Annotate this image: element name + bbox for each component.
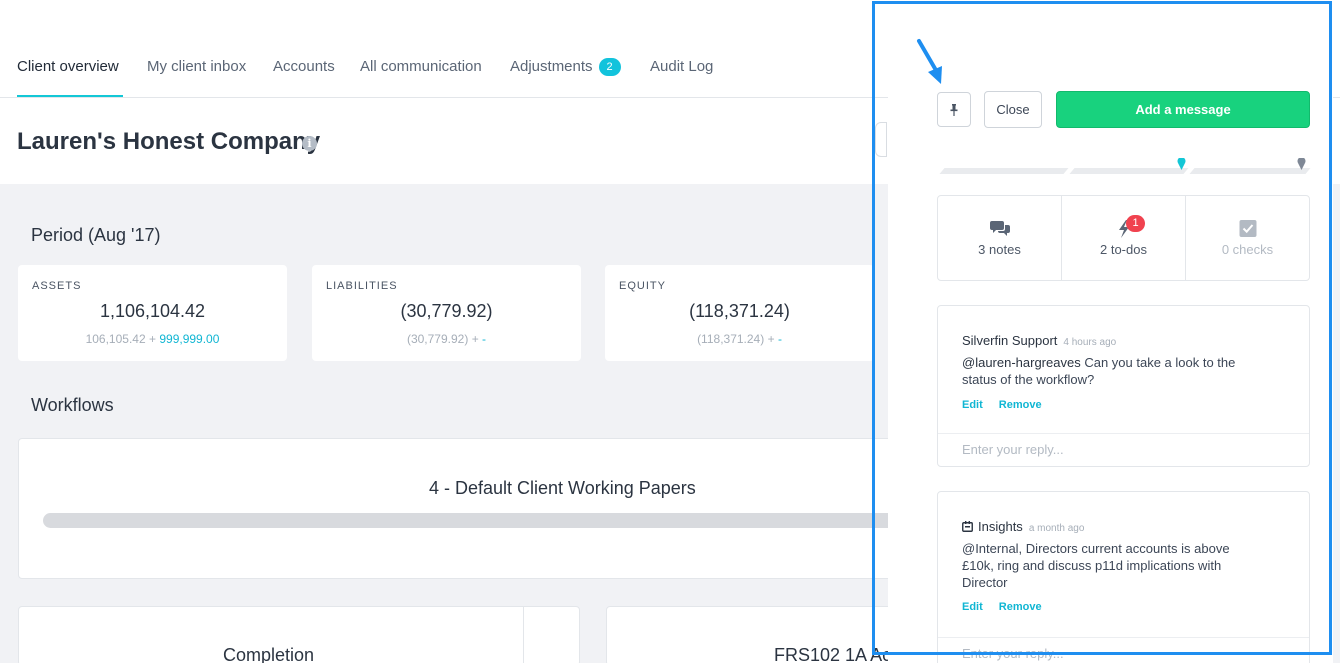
message-time: 4 hours ago <box>1063 337 1116 348</box>
workflows-title: Workflows <box>31 395 114 416</box>
completion-card[interactable]: Completion <box>18 606 580 663</box>
tab-audit-log[interactable]: Audit Log <box>650 58 713 75</box>
panel-collapse-handle[interactable] <box>875 122 887 157</box>
active-tab-indicator <box>17 95 123 97</box>
adjustments-count-badge: 2 <box>599 58 621 76</box>
message-card: Insights a month ago @Internal, Directors… <box>937 491 1310 663</box>
kpi-value: (118,371.24) <box>605 301 874 322</box>
remove-button[interactable]: Remove <box>999 399 1042 411</box>
message-body: @lauren-hargreaves Can you take a look t… <box>962 354 1262 388</box>
kpi-base-value: (30,779.92) <box>407 332 468 346</box>
completion-title: Completion <box>223 645 314 663</box>
annotation-arrow-icon <box>914 38 946 88</box>
timeline-marker-icon[interactable] <box>1297 158 1306 170</box>
panel-stats: 3 notes 1 2 to-dos 0 checks <box>937 195 1310 281</box>
card-divider <box>523 607 524 663</box>
message-header: Silverfin Support 4 hours ago <box>962 332 1116 350</box>
remove-button[interactable]: Remove <box>999 601 1042 613</box>
workflow-name: 4 - Default Client Working Papers <box>429 478 696 499</box>
kpi-adjustment-link[interactable]: - <box>778 332 782 346</box>
notes-icon <box>990 220 1010 236</box>
frs102-card[interactable]: FRS102 1A Ac <box>606 606 906 663</box>
timeline-segment <box>939 168 1068 174</box>
timeline-segment <box>1189 168 1310 174</box>
kpi-label: LIABILITIES <box>326 280 398 292</box>
calendar-icon <box>962 521 973 532</box>
period-title: Period (Aug '17) <box>31 225 161 246</box>
kpi-adjustment-link[interactable]: 999,999.00 <box>159 332 219 346</box>
workflow-card[interactable]: 4 - Default Client Working Papers <box>18 438 918 579</box>
message-mention[interactable]: @Internal, <box>962 541 1022 556</box>
reply-input[interactable] <box>962 646 1282 661</box>
tab-adjustments[interactable]: Adjustments 2 <box>510 58 621 76</box>
todos-stat[interactable]: 1 2 to-dos <box>1062 196 1186 280</box>
kpi-card-liabilities[interactable]: LIABILITIES (30,779.92) (30,779.92) + - <box>312 265 581 361</box>
notes-stat[interactable]: 3 notes <box>938 196 1062 280</box>
pin-button[interactable] <box>937 92 971 127</box>
kpi-plus-sign: + <box>768 332 775 346</box>
todo-alert-badge: 1 <box>1126 215 1145 232</box>
message-header: Insights a month ago <box>962 518 1084 536</box>
kpi-plus-sign: + <box>149 332 156 346</box>
checks-count: 0 checks <box>1186 242 1309 257</box>
frs102-title: FRS102 1A Ac <box>774 645 891 663</box>
edit-button[interactable]: Edit <box>962 601 983 613</box>
kpi-plus-sign: + <box>472 332 479 346</box>
message-actions: Edit Remove <box>962 399 1058 411</box>
reply-box <box>938 637 1309 663</box>
notes-count: 3 notes <box>938 242 1061 257</box>
kpi-label: EQUITY <box>619 280 666 292</box>
kpi-breakdown: 106,105.42 + 999,999.00 <box>18 332 287 346</box>
message-actions: Edit Remove <box>962 601 1058 613</box>
close-button[interactable]: Close <box>984 91 1042 128</box>
message-time: a month ago <box>1029 523 1085 534</box>
kpi-value: 1,106,104.42 <box>18 301 287 322</box>
tab-all-communication[interactable]: All communication <box>360 58 482 75</box>
message-body: @Internal, Directors current accounts is… <box>962 540 1247 591</box>
edit-button[interactable]: Edit <box>962 399 983 411</box>
kpi-breakdown: (118,371.24) + - <box>605 332 874 346</box>
kpi-breakdown: (30,779.92) + - <box>312 332 581 346</box>
kpi-adjustment-link[interactable]: - <box>482 332 486 346</box>
kpi-card-assets[interactable]: ASSETS 1,106,104.42 106,105.42 + 999,999… <box>18 265 287 361</box>
kpi-base-value: 106,105.42 <box>86 332 146 346</box>
message-mention[interactable]: @lauren-hargreaves <box>962 355 1081 370</box>
timeline <box>938 158 1310 178</box>
reply-input[interactable] <box>962 442 1282 457</box>
tab-client-overview[interactable]: Client overview <box>17 58 119 75</box>
workflow-progress-bar <box>43 513 903 528</box>
page-title: Lauren's Honest Company <box>17 128 320 156</box>
message-card: Silverfin Support 4 hours ago @lauren-har… <box>937 305 1310 467</box>
kpi-value: (30,779.92) <box>312 301 581 322</box>
info-icon[interactable]: i <box>302 136 317 151</box>
checks-stat[interactable]: 0 checks <box>1186 196 1309 280</box>
reply-box <box>938 433 1309 467</box>
pin-icon <box>949 104 959 116</box>
todos-count: 2 to-dos <box>1062 242 1185 257</box>
tab-my-client-inbox[interactable]: My client inbox <box>147 58 246 75</box>
timeline-segment <box>1069 168 1188 174</box>
add-message-button[interactable]: Add a message <box>1056 91 1310 128</box>
checks-icon <box>1239 220 1256 237</box>
kpi-card-equity[interactable]: EQUITY (118,371.24) (118,371.24) + - <box>605 265 874 361</box>
timeline-marker-active-icon[interactable] <box>1177 158 1186 170</box>
kpi-base-value: (118,371.24) <box>697 332 764 346</box>
message-author: Silverfin Support <box>962 333 1057 348</box>
message-author: Insights <box>978 519 1023 534</box>
tab-accounts[interactable]: Accounts <box>273 58 335 75</box>
tab-adjustments-label: Adjustments <box>510 58 593 75</box>
kpi-label: ASSETS <box>32 280 81 292</box>
